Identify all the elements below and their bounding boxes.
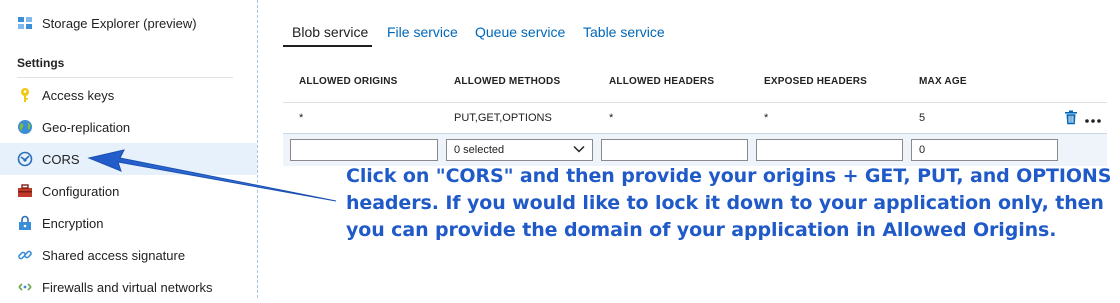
settings-section-title: Settings bbox=[17, 56, 65, 70]
sidebar-item-geo-replication[interactable]: Geo-replication bbox=[0, 111, 257, 143]
column-header-exposed-headers: EXPOSED HEADERS bbox=[764, 76, 868, 87]
toolbox-icon bbox=[16, 182, 34, 200]
cors-icon bbox=[16, 150, 34, 168]
column-header-allowed-origins: ALLOWED ORIGINS bbox=[299, 76, 398, 87]
sidebar-item-label: Configuration bbox=[42, 183, 120, 199]
sidebar-item-label: Geo-replication bbox=[42, 119, 131, 135]
column-header-allowed-methods: ALLOWED METHODS bbox=[454, 76, 561, 87]
sidebar-item-label: Storage Explorer (preview) bbox=[42, 15, 197, 31]
cell-exposed-headers: * bbox=[764, 112, 769, 124]
sidebar-item-shared-access-signature[interactable]: Shared access signature bbox=[0, 239, 257, 271]
tab-blob-service[interactable]: Blob service bbox=[292, 24, 368, 40]
storage-explorer-icon bbox=[16, 14, 34, 32]
active-tab-indicator bbox=[283, 45, 372, 47]
lock-icon bbox=[16, 214, 34, 232]
link-icon bbox=[16, 246, 34, 264]
sidebar-item-label: Encryption bbox=[42, 215, 104, 231]
tab-table-service[interactable]: Table service bbox=[583, 24, 665, 40]
sidebar-item-storage-explorer[interactable]: Storage Explorer (preview) bbox=[0, 7, 257, 39]
sidebar-item-configuration[interactable]: Configuration bbox=[0, 175, 257, 207]
exposed-headers-input[interactable] bbox=[756, 139, 903, 161]
network-icon bbox=[16, 278, 34, 296]
max-age-input[interactable] bbox=[911, 139, 1058, 161]
column-header-max-age: MAX AGE bbox=[919, 76, 967, 87]
header-divider bbox=[283, 102, 1107, 103]
row-actions bbox=[1064, 110, 1102, 130]
tab-queue-service[interactable]: Queue service bbox=[475, 24, 565, 40]
tab-file-service[interactable]: File service bbox=[387, 24, 458, 40]
allowed-methods-value: 0 selected bbox=[454, 144, 505, 156]
column-header-allowed-headers: ALLOWED HEADERS bbox=[609, 76, 715, 87]
key-icon bbox=[16, 86, 34, 104]
allowed-methods-select[interactable]: 0 selected bbox=[446, 139, 593, 161]
cell-allowed-methods: PUT,GET,OPTIONS bbox=[454, 112, 552, 124]
sidebar-item-access-keys[interactable]: Access keys bbox=[0, 79, 257, 111]
allowed-origins-input[interactable] bbox=[290, 139, 438, 161]
delete-icon[interactable] bbox=[1064, 110, 1078, 130]
allowed-headers-input[interactable] bbox=[601, 139, 748, 161]
cell-allowed-headers: * bbox=[609, 112, 614, 124]
sidebar-item-firewalls[interactable]: Firewalls and virtual networks bbox=[0, 271, 257, 303]
sidebar-item-label: CORS bbox=[42, 151, 80, 167]
section-divider bbox=[17, 77, 233, 78]
sidebar-item-label: Firewalls and virtual networks bbox=[42, 279, 213, 295]
chevron-down-icon bbox=[573, 144, 585, 156]
sidebar-item-encryption[interactable]: Encryption bbox=[0, 207, 257, 239]
globe-icon bbox=[16, 118, 34, 136]
annotation-callout-text: Click on "CORS" and then provide your or… bbox=[346, 165, 1112, 241]
sidebar-item-cors[interactable]: CORS bbox=[0, 143, 257, 175]
more-options-icon[interactable] bbox=[1084, 111, 1102, 129]
sidebar-item-label: Access keys bbox=[42, 87, 115, 103]
cell-max-age: 5 bbox=[919, 112, 926, 124]
cell-allowed-origins: * bbox=[299, 112, 304, 124]
settings-sidebar: Storage Explorer (preview) Settings Acce… bbox=[0, 0, 258, 298]
sidebar-item-label: Shared access signature bbox=[42, 247, 186, 263]
